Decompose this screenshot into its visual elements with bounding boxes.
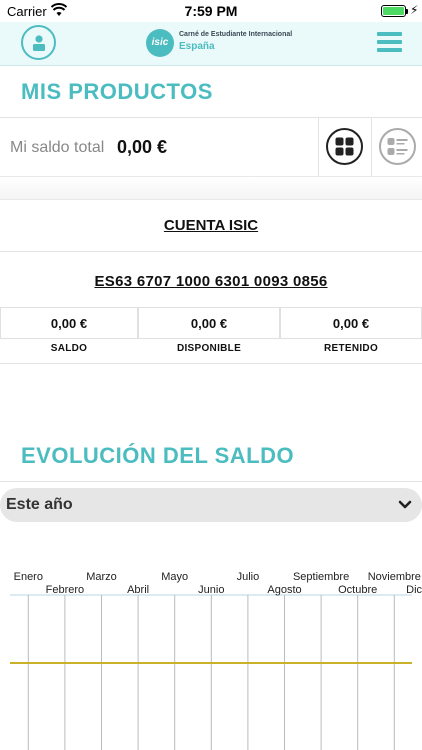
menu-icon-bar (377, 40, 402, 44)
clock: 7:59 PM (184, 3, 238, 19)
menu-icon-bar (377, 48, 402, 52)
chart-tick-label: Julio (237, 571, 260, 583)
period-select-value: Este año (6, 496, 73, 513)
products-title: MIS PRODUCTOS (21, 79, 213, 104)
profile-button[interactable] (21, 25, 56, 60)
menu-icon-bar (377, 32, 402, 36)
chart-tick-label: Agosto (267, 584, 301, 596)
battery-icon (381, 5, 406, 17)
grid-view-icon (326, 128, 363, 165)
retenido-value: 0,00 € (280, 307, 422, 339)
chart-tick-label: Noviembre (368, 571, 421, 583)
divider (0, 363, 422, 364)
chart-tick-label: Enero (14, 571, 43, 583)
total-balance-value: 0,00 € (117, 137, 168, 157)
disponible-value: 0,00 € (138, 307, 280, 339)
balance-chart: EneroFebreroMarzo Abril Mayo Junio Julio Agos… (10, 571, 422, 750)
chevron-down-icon (398, 500, 412, 509)
total-balance-row: Mi saldo total 0,00 € (0, 118, 422, 176)
list-view-icon (379, 128, 416, 165)
chart-tick-label: Febrero (46, 584, 85, 596)
total-balance-label: Mi saldo total (10, 139, 105, 156)
divider (0, 481, 422, 482)
disponible-label: DISPONIBLE (176, 343, 242, 354)
grid-view-button[interactable] (318, 118, 369, 176)
menu-button[interactable] (377, 32, 402, 52)
divider (0, 251, 422, 252)
chart-tick-label: Marzo (86, 571, 117, 583)
account-name-link[interactable]: CUENTA ISIC (0, 217, 422, 234)
battery-tip (406, 9, 408, 14)
status-bar: Carrier 7:59 PM ⚡ (0, 0, 422, 22)
chart-tick-label: Septiembre (293, 571, 349, 583)
isic-seal: isic (146, 29, 174, 57)
isic-logo: isic Carné de Estudiante Internacional E… (146, 28, 292, 58)
chart-tick-label: Abril (127, 584, 149, 596)
chart-tick-label: Mayo (161, 571, 188, 583)
account-iban-link[interactable]: ES63 6707 1000 6301 0093 0856 (0, 273, 422, 290)
charging-icon: ⚡ (410, 3, 419, 17)
list-view-button[interactable] (371, 118, 422, 176)
retenido-label: RETENIDO (323, 343, 379, 354)
logo-country: España (179, 41, 215, 52)
chart-tick-label: Diciembre (406, 584, 422, 596)
chart-tick-label: Octubre (338, 584, 377, 596)
logo-subtitle: Carné de Estudiante Internacional (179, 31, 293, 38)
chart-tick-label: Junio (198, 584, 224, 596)
period-select[interactable]: Este año (0, 488, 422, 522)
profile-icon (33, 35, 45, 51)
evolution-title: EVOLUCIÓN DEL SALDO (21, 443, 295, 468)
nav-bar: isic Carné de Estudiante Internacional E… (0, 22, 422, 66)
saldo-label: SALDO (50, 343, 88, 354)
section-separator (0, 176, 422, 200)
saldo-value: 0,00 € (0, 307, 138, 339)
